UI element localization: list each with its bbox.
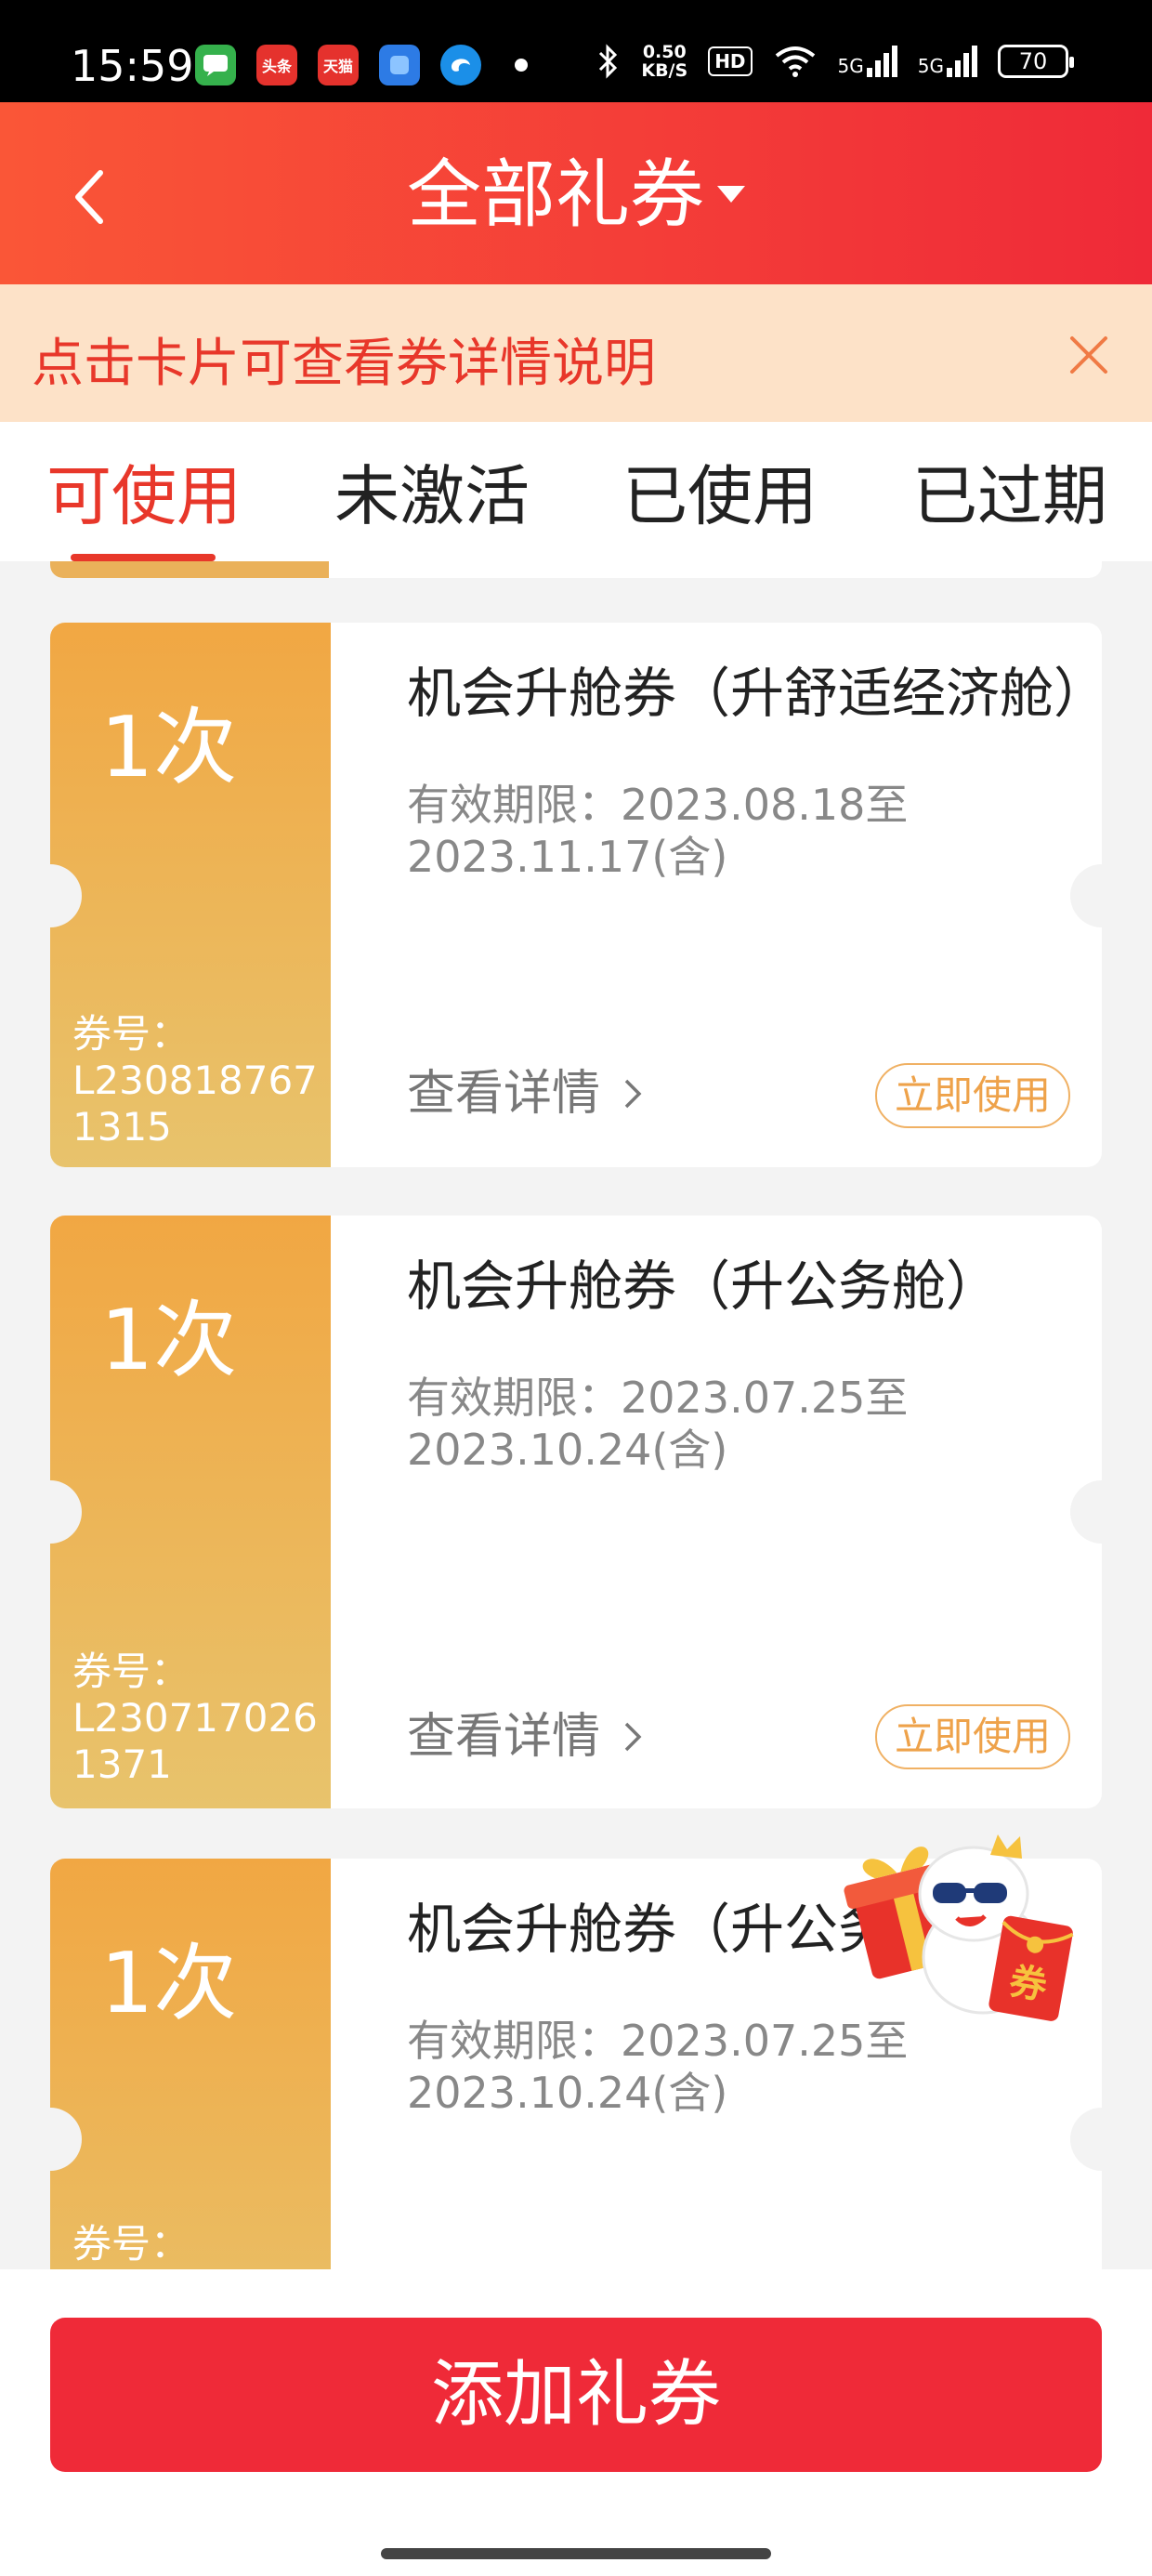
view-details-link[interactable]: 查看详情 (407, 1704, 645, 1769)
tab-used[interactable]: 已使用 (622, 452, 818, 541)
coupon-validity: 有效期限：2023.07.25至2023.10.24(含) (407, 1373, 909, 1475)
close-icon[interactable] (1063, 329, 1115, 381)
bluetooth-icon (599, 44, 618, 79)
edge-browser-icon (440, 45, 481, 85)
tip-text: 点击卡片可查看券详情说明 (32, 334, 656, 394)
coupon-stub: 1次 券号： L2307170261371 (50, 1216, 331, 1808)
caret-down-icon (717, 186, 745, 204)
status-time: 15:59 (71, 41, 194, 91)
status-indicators: 0.50 KB/S HD 5G 5G 70 (596, 43, 1074, 80)
coupon-code-label: 券号： (72, 2221, 190, 2267)
active-tab-indicator (71, 554, 216, 561)
hd-voice-badge: HD (708, 46, 753, 76)
bottom-action-bar: 添加礼券 (0, 2269, 1152, 2576)
status-app-icons: 头条 天猫 (195, 45, 528, 85)
page-title: 全部礼券 (407, 151, 704, 238)
coupon-stub: 1次 券号： L2308187671315 (50, 623, 331, 1167)
tmall-icon: 天猫 (318, 45, 359, 85)
home-indicator[interactable] (381, 2548, 771, 2559)
view-details-label: 查看详情 (407, 1066, 601, 1122)
nav-header: 全部礼券 (0, 102, 1152, 284)
status-bar: 15:59 头条 天猫 0.50 KB/S HD 5G 5G 70 (0, 0, 1152, 102)
previous-coupon-card-edge (50, 561, 1102, 578)
view-details-label: 查看详情 (407, 1709, 601, 1765)
coupon-stub: 1次 券号： (50, 1859, 331, 2269)
network-speed: 0.50 KB/S (641, 43, 687, 80)
coupon-title: 机会升舱券（升公务 (407, 1898, 893, 1961)
coupon-count: 1次 (100, 1935, 238, 2032)
page-title-dropdown[interactable]: 全部礼券 (0, 149, 1152, 242)
more-notifications-dot (515, 59, 528, 72)
blue-app-icon (379, 45, 420, 85)
add-coupon-button[interactable]: 添加礼券 (50, 2318, 1102, 2472)
coupon-code-label: 券号： (72, 1649, 190, 1694)
tab-inactive[interactable]: 未激活 (334, 452, 530, 541)
coupon-card[interactable]: 1次 券号： L2307170261371 机会升舱券（升公务舱） 有效期限：2… (50, 1216, 1102, 1808)
coupon-title: 机会升舱券（升公务舱） (407, 1255, 1001, 1318)
coupon-title: 机会升舱券（升舒适经济舱） (407, 662, 1102, 725)
coupon-code: L2307170261371 (72, 1695, 318, 1787)
network-speed-value: 0.50 (642, 42, 687, 62)
coupon-count: 1次 (100, 699, 238, 796)
network-type-label: 5G (917, 55, 944, 77)
battery-indicator: 70 (998, 45, 1074, 78)
network-speed-unit: KB/S (641, 60, 688, 81)
coupon-mascot-float[interactable]: 券 (844, 1818, 1080, 2033)
coupon-code-label: 券号： (72, 1011, 190, 1057)
network-type-label: 5G (837, 55, 864, 77)
use-now-button[interactable]: 立即使用 (875, 1704, 1070, 1769)
coupon-validity: 有效期限：2023.08.18至2023.11.17(含) (407, 780, 909, 882)
coupon-status-tabs: 可使用 未激活 已使用 已过期 (0, 422, 1152, 561)
tab-available[interactable]: 可使用 (46, 452, 242, 541)
cellular-signal-1: 5G (838, 46, 897, 77)
coupon-code: L2308187671315 (72, 1058, 318, 1150)
messages-icon (195, 45, 236, 85)
toutiao-icon: 头条 (256, 45, 297, 85)
coupon-card[interactable]: 1次 券号： L2308187671315 机会升舱券（升舒适经济舱） 有效期限… (50, 623, 1102, 1167)
cellular-signal-2: 5G (918, 46, 977, 77)
view-details-link[interactable]: 查看详情 (407, 1061, 645, 1126)
use-now-button[interactable]: 立即使用 (875, 1063, 1070, 1128)
chevron-right-icon (624, 1079, 642, 1109)
tip-banner: 点击卡片可查看券详情说明 (0, 284, 1152, 422)
chevron-right-icon (624, 1722, 642, 1752)
wifi-icon (775, 46, 815, 77)
tab-expired[interactable]: 已过期 (912, 452, 1107, 541)
coupon-count: 1次 (100, 1292, 238, 1389)
